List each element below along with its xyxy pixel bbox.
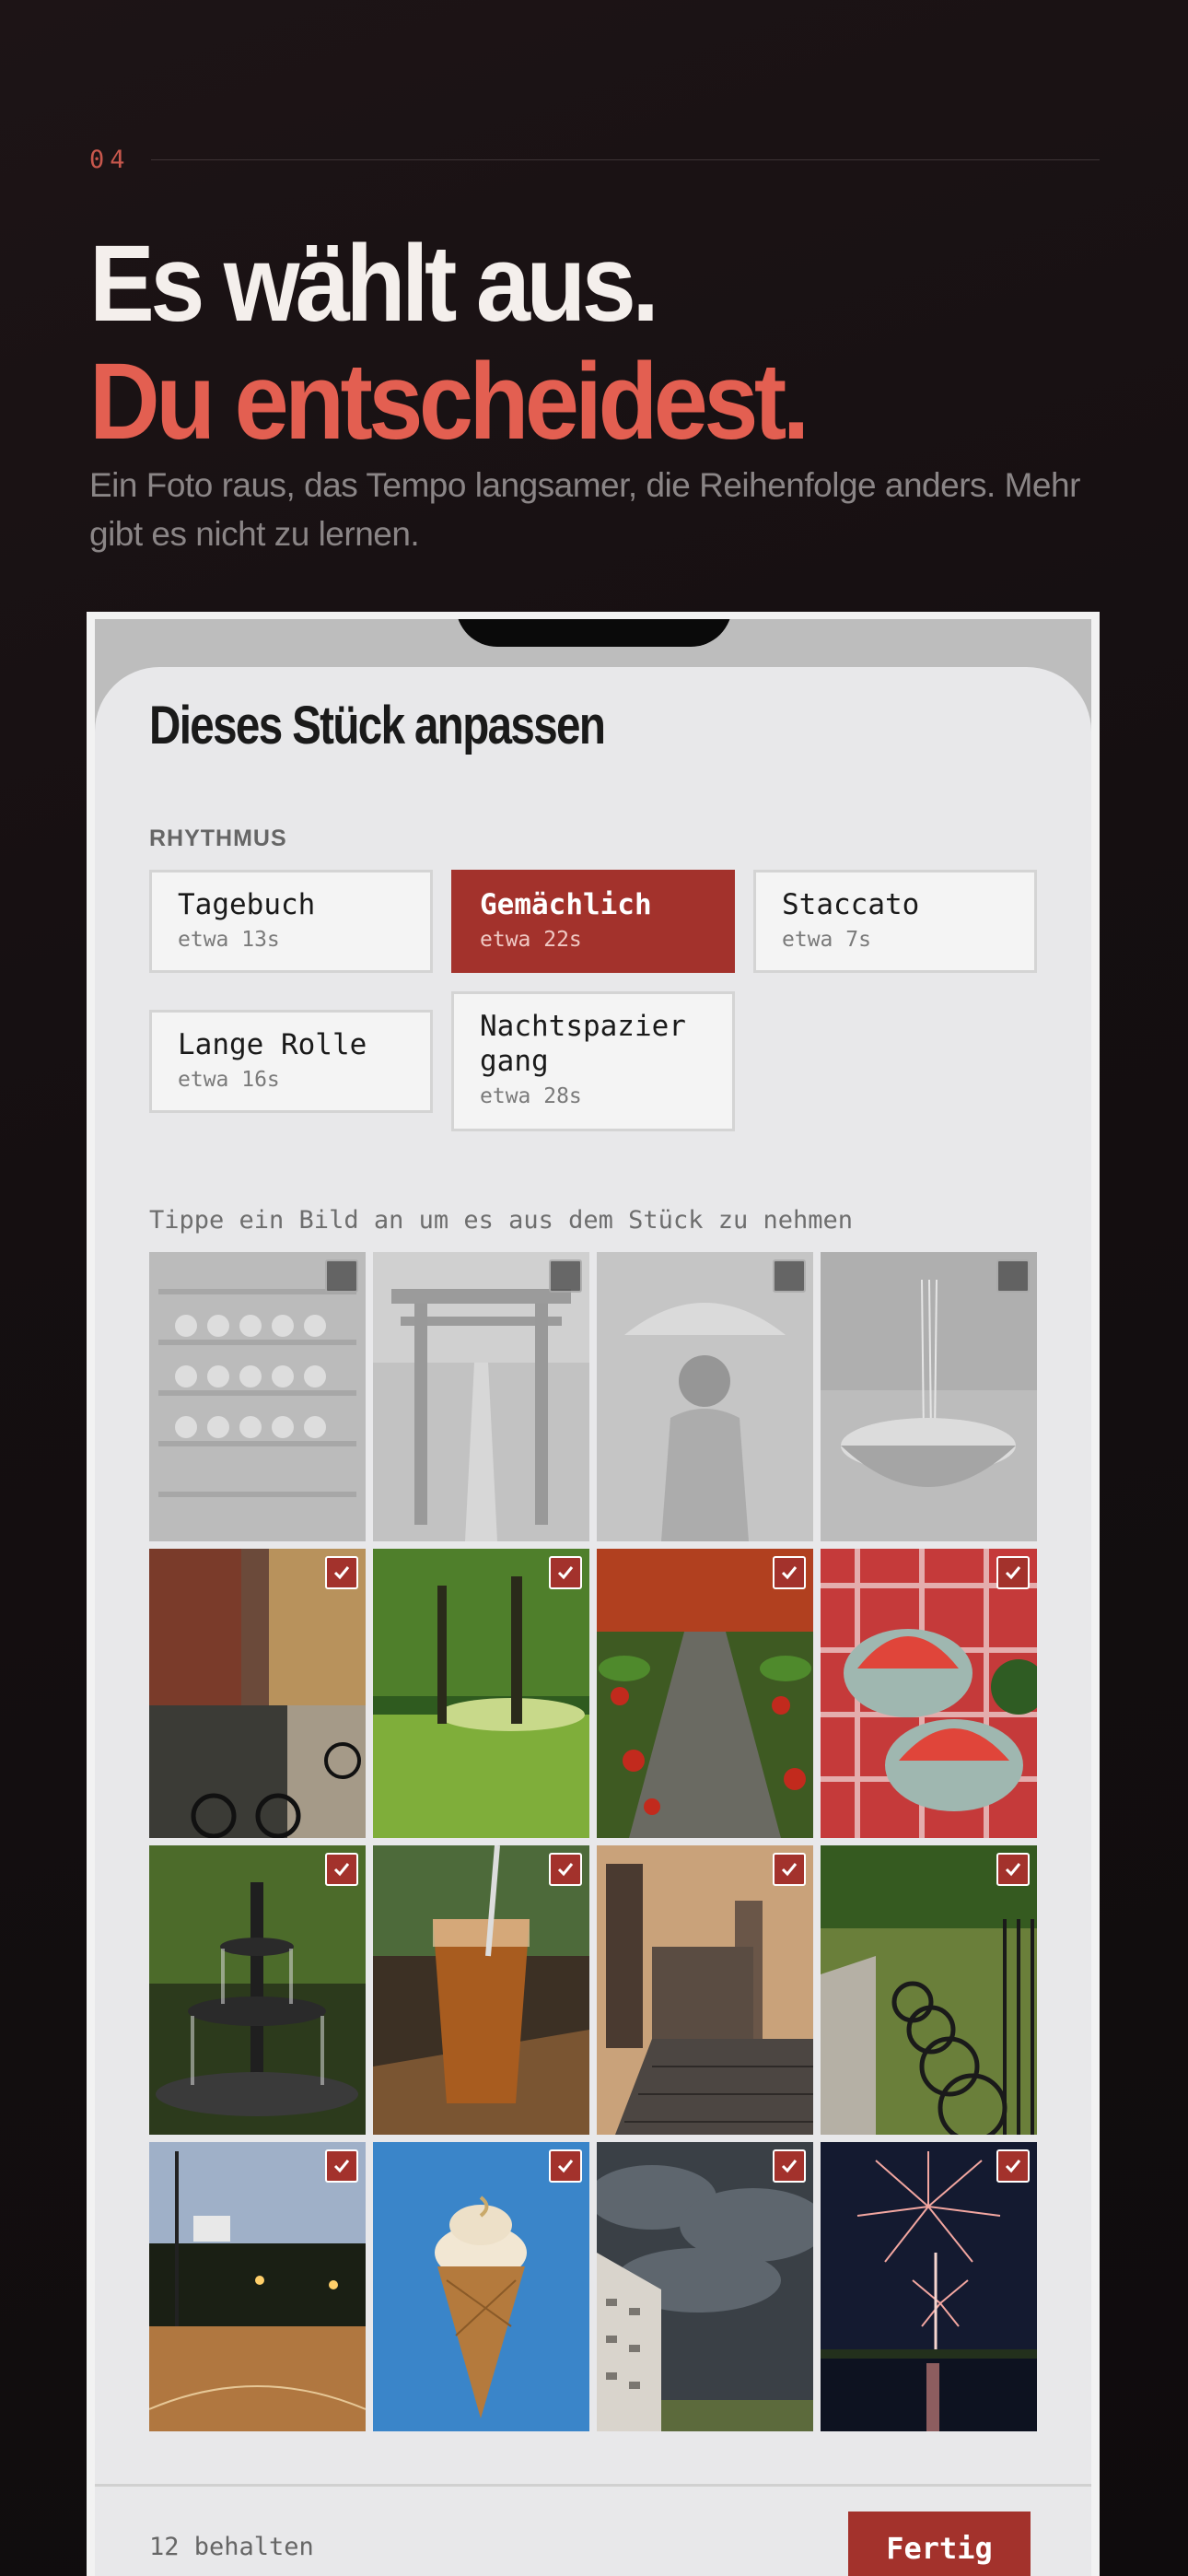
photo-tile[interactable]: [149, 1252, 366, 1541]
check-icon: [333, 1566, 350, 1580]
check-icon: [1005, 2160, 1021, 2173]
kept-checkbox[interactable]: [996, 2149, 1030, 2183]
check-icon: [557, 1863, 574, 1877]
photo-fountain: [149, 1845, 366, 2135]
excluded-checkbox[interactable]: [773, 1259, 806, 1293]
section-number: 04: [89, 145, 131, 174]
rhythm-option-staccato[interactable]: Staccato etwa 7s: [753, 870, 1037, 973]
kept-checkbox[interactable]: [549, 2149, 582, 2183]
photo-watermelon-picnic: [821, 1549, 1037, 1838]
rhythm-option-name: Lange Rolle: [178, 1028, 367, 1061]
excluded-checkbox[interactable]: [325, 1259, 358, 1293]
rhythm-option-duration: etwa 28s: [480, 1084, 582, 1108]
photo-iced-tea: [373, 1845, 589, 2135]
photo-parked-bicycles: [821, 1845, 1037, 2135]
photo-torii-gate-path: [373, 1252, 589, 1541]
photo-tile[interactable]: [597, 2142, 813, 2431]
photo-ceramic-shelves: [149, 1252, 366, 1541]
check-icon: [333, 2160, 350, 2173]
section-header: 04: [89, 143, 1100, 176]
rhythm-option-duration: etwa 13s: [178, 928, 280, 952]
section-divider: [150, 158, 1100, 160]
photo-fireworks-over-water: [821, 2142, 1037, 2431]
photo-tile[interactable]: [373, 1549, 589, 1838]
kept-checkbox[interactable]: [996, 1556, 1030, 1589]
phone-notch: [456, 619, 732, 647]
photo-stone-path-red-leaves: [597, 1549, 813, 1838]
check-icon: [333, 1863, 350, 1877]
photo-tile[interactable]: [149, 2142, 366, 2431]
photo-tile[interactable]: [597, 1252, 813, 1541]
rhythm-label: RHYTHMUS: [149, 825, 287, 851]
rhythm-option-duration: etwa 16s: [178, 1068, 280, 1092]
kept-checkbox[interactable]: [996, 1853, 1030, 1886]
kept-checkbox[interactable]: [325, 1853, 358, 1886]
rhythm-option-name: Nachtspazier gang: [480, 1010, 686, 1078]
photo-ice-cream-cone: [373, 2142, 589, 2431]
photo-tile[interactable]: [373, 2142, 589, 2431]
photo-city-rooftops: [597, 1845, 813, 2135]
rhythm-option-name: Staccato: [782, 888, 920, 921]
headline-line-1: Es wählt aus.: [89, 223, 659, 345]
subcopy: Ein Foto raus, das Tempo langsamer, die …: [89, 466, 1080, 553]
photo-tile[interactable]: [149, 1549, 366, 1838]
photo-tile[interactable]: [597, 1845, 813, 2135]
phone-frame: Dieses Stück anpassen RHYTHMUS Tagebuch …: [87, 612, 1100, 2576]
photo-hint: Tippe ein Bild an um es aus dem Stück zu…: [149, 1206, 854, 1235]
check-icon: [557, 1566, 574, 1580]
rhythm-option-gemaechlich[interactable]: Gemächlich etwa 22s: [451, 870, 735, 973]
rhythm-option-duration: etwa 22s: [480, 928, 582, 952]
photo-tile[interactable]: [821, 1845, 1037, 2135]
photo-noodle-bowl: [821, 1252, 1037, 1541]
kept-checkbox[interactable]: [549, 1556, 582, 1589]
excluded-checkbox[interactable]: [996, 1259, 1030, 1293]
kept-count: 12 behalten: [149, 2533, 314, 2561]
kept-checkbox[interactable]: [773, 1853, 806, 1886]
photo-tile[interactable]: [149, 1845, 366, 2135]
photo-tile[interactable]: [373, 1845, 589, 2135]
rhythm-option-name: Tagebuch: [178, 888, 316, 921]
rhythm-option-lange-rolle[interactable]: Lange Rolle etwa 16s: [149, 1010, 433, 1113]
photo-sunny-park: [373, 1549, 589, 1838]
rhythm-option-duration: etwa 7s: [782, 928, 871, 952]
rhythm-option-nachtspaziergang[interactable]: Nachtspazier gang etwa 28s: [451, 991, 735, 1131]
customize-sheet: Dieses Stück anpassen RHYTHMUS Tagebuch …: [95, 667, 1091, 2576]
photo-tile[interactable]: [373, 1252, 589, 1541]
kept-checkbox[interactable]: [773, 1556, 806, 1589]
photo-person-with-umbrella: [597, 1252, 813, 1541]
rhythm-option-name: Gemächlich: [480, 888, 652, 921]
sheet-title: Dieses Stück anpassen: [149, 696, 606, 755]
sheet-footer: 12 behalten Fertig: [95, 2484, 1091, 2576]
photo-basketball-court-night: [149, 2142, 366, 2431]
check-icon: [557, 2160, 574, 2173]
done-button[interactable]: Fertig: [848, 2512, 1031, 2576]
check-icon: [1005, 1566, 1021, 1580]
kept-checkbox[interactable]: [773, 2149, 806, 2183]
photo-tile[interactable]: [821, 1549, 1037, 1838]
excluded-checkbox[interactable]: [549, 1259, 582, 1293]
check-icon: [781, 1566, 798, 1580]
photo-tile[interactable]: [597, 1549, 813, 1838]
kept-checkbox[interactable]: [549, 1853, 582, 1886]
check-icon: [781, 2160, 798, 2173]
photo-tile[interactable]: [821, 1252, 1037, 1541]
kept-checkbox[interactable]: [325, 1556, 358, 1589]
check-icon: [781, 1863, 798, 1877]
photo-canal-bicycles: [149, 1549, 366, 1838]
headline-line-2: Du entscheidest.: [89, 341, 809, 463]
rhythm-option-tagebuch[interactable]: Tagebuch etwa 13s: [149, 870, 433, 973]
photo-storm-clouds-buildings: [597, 2142, 813, 2431]
photo-tile[interactable]: [821, 2142, 1037, 2431]
kept-checkbox[interactable]: [325, 2149, 358, 2183]
check-icon: [1005, 1863, 1021, 1877]
phone-screen: Dieses Stück anpassen RHYTHMUS Tagebuch …: [95, 619, 1091, 2576]
